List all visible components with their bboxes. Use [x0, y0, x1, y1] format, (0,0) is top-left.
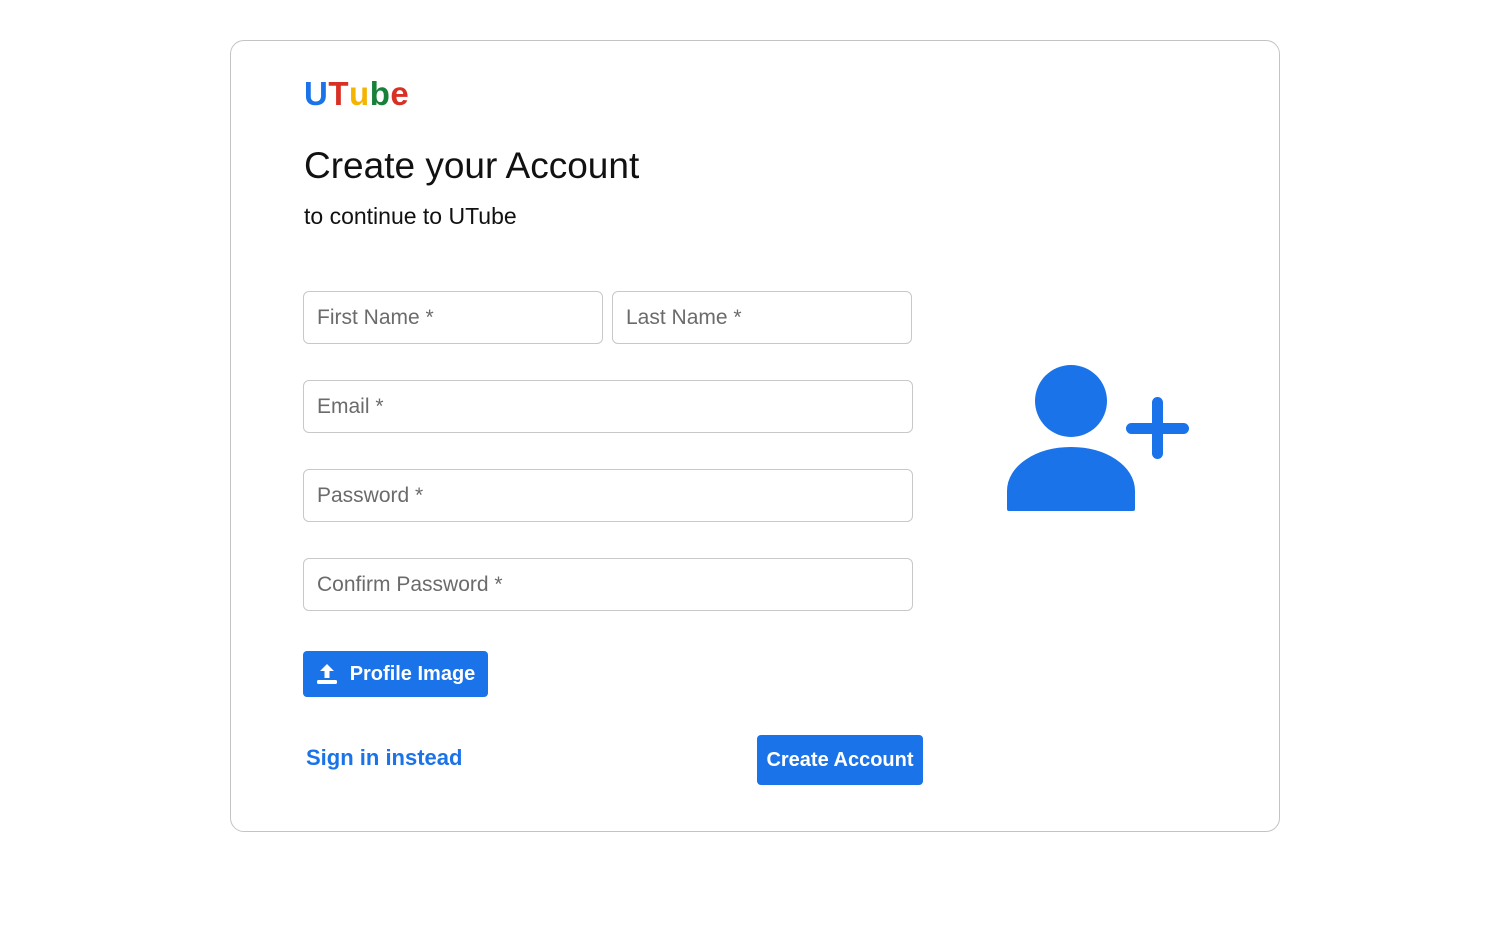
profile-image-label: Profile Image — [349, 662, 476, 685]
email-input[interactable] — [303, 380, 913, 433]
profile-image-button[interactable]: Profile Image — [303, 651, 488, 697]
page-subtitle: to continue to UTube — [304, 203, 517, 229]
logo-letter: T — [328, 75, 350, 112]
sign-in-link[interactable]: Sign in instead — [306, 745, 462, 771]
logo-letter: u — [349, 75, 370, 112]
confirm-password-input[interactable] — [303, 558, 913, 611]
logo-letter: e — [390, 75, 410, 112]
create-account-button[interactable]: Create Account — [757, 735, 923, 785]
person-add-icon — [1007, 363, 1191, 516]
utube-logo: UTube — [304, 75, 409, 113]
last-name-input[interactable] — [612, 291, 912, 344]
page-title: Create your Account — [304, 145, 640, 186]
upload-icon — [316, 662, 338, 686]
logo-letter: b — [369, 75, 391, 112]
first-name-input[interactable] — [303, 291, 603, 344]
password-input[interactable] — [303, 469, 913, 522]
logo-letter: U — [304, 75, 329, 112]
signup-card: UTube Create your Account to continue to… — [230, 40, 1280, 832]
